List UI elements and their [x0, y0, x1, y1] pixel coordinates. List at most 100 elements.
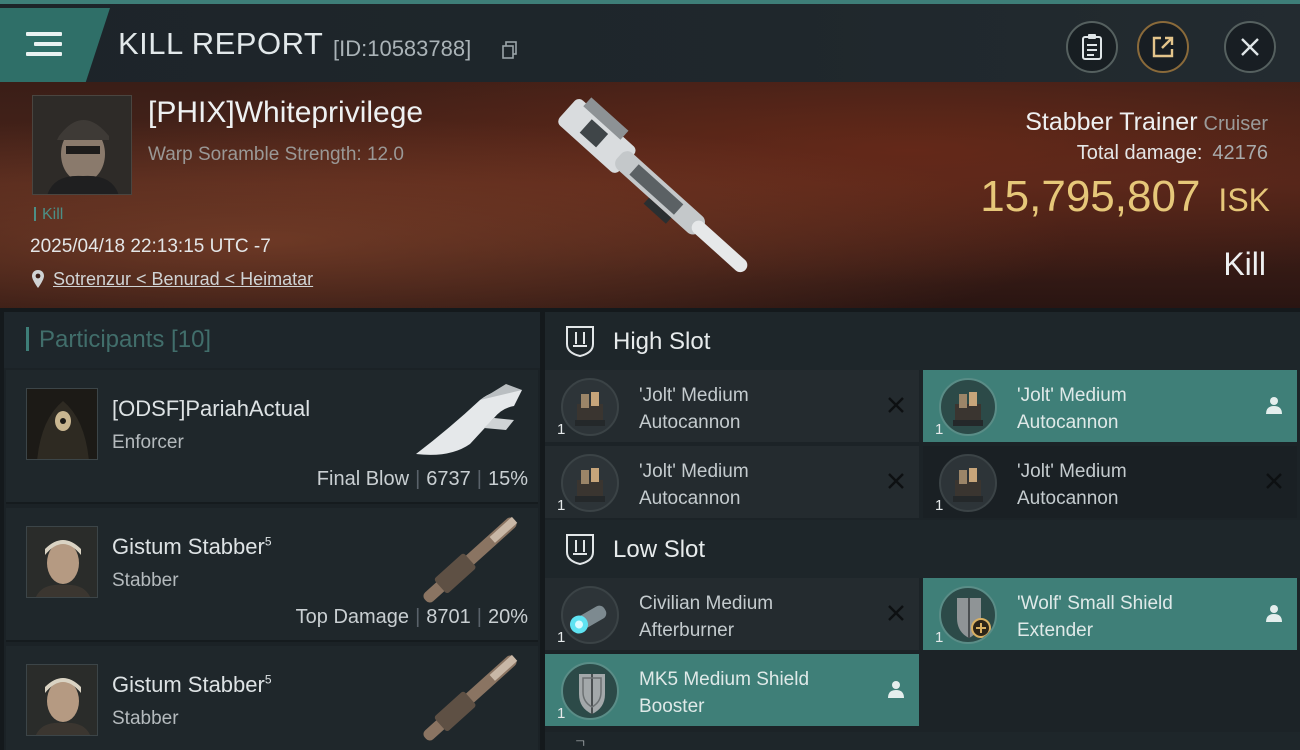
- module-quantity: 1: [935, 421, 944, 438]
- shield-extender-icon: [939, 586, 997, 644]
- module-name: 'Jolt' Medium Autocannon: [1017, 382, 1247, 436]
- total-damage-label: Total damage:: [1076, 142, 1203, 164]
- fitting-panel: High Slot 1 'Jolt' Medium Autocannon 1 'J…: [545, 312, 1300, 750]
- autocannon-icon: [939, 378, 997, 436]
- low-slot-label: Low Slot: [613, 536, 706, 563]
- menu-button[interactable]: [0, 8, 110, 82]
- close-icon: [1241, 38, 1259, 56]
- victim-avatar[interactable]: [32, 95, 132, 195]
- participant-percent: 15%: [487, 468, 528, 490]
- pilot-portrait-icon: [33, 96, 131, 194]
- clipboard-button[interactable]: [1066, 21, 1118, 73]
- slot-icon: [576, 740, 585, 746]
- module-name: MK5 Medium Shield Booster: [639, 666, 869, 720]
- participant-ship-image: [423, 654, 518, 741]
- participant-role: Final Blow: [316, 468, 410, 490]
- module-item[interactable]: 1 'Jolt' Medium Autocannon: [923, 370, 1297, 442]
- participant-name-text: [ODSF]PariahActual: [112, 396, 311, 421]
- stat-separator: |: [476, 468, 482, 490]
- victim-ship-name[interactable]: Stabber Trainer: [1025, 108, 1197, 136]
- share-button[interactable]: [1137, 21, 1189, 73]
- menu-icon-bar: [26, 52, 62, 56]
- next-slot-header: [545, 732, 1300, 750]
- pilot-portrait-icon: [27, 389, 97, 459]
- module-item[interactable]: 1 'Jolt' Medium Autocannon: [923, 446, 1297, 518]
- close-icon: [888, 605, 904, 621]
- shield-booster-icon: [561, 662, 619, 720]
- participant-level: 5: [264, 672, 272, 687]
- module-name-line: Afterburner: [639, 620, 735, 641]
- isk-unit: ISK: [1218, 182, 1270, 218]
- participant-card[interactable]: Gistum Stabber5 Stabber Top Damage | 8701 |…: [6, 508, 538, 642]
- participant-name: Gistum Stabber5: [112, 672, 272, 698]
- menu-icon: [26, 32, 62, 36]
- pilot-portrait-icon: [27, 527, 97, 597]
- participant-avatar: [26, 664, 98, 736]
- location-link[interactable]: Sotrenzur < Benurad < Heimatar: [53, 269, 313, 290]
- close-icon: [888, 397, 904, 413]
- kill-tag: Kill: [34, 206, 63, 224]
- module-name: Civilian Medium Afterburner: [639, 590, 869, 644]
- participant-ship: Enforcer: [112, 432, 184, 453]
- participant-card[interactable]: [ODSF]PariahActual Enforcer Final Blow | 6…: [6, 370, 538, 504]
- module-quantity: 1: [557, 705, 566, 722]
- share-icon: [1152, 36, 1174, 58]
- module-quantity: 1: [557, 421, 566, 438]
- participant-damage: 6737: [426, 468, 471, 490]
- participant-stats: Top Damage | 8701 | 20%: [296, 606, 528, 629]
- module-name-line: Autocannon: [639, 488, 741, 509]
- kill-datetime: 2025/04/18 22:13:15 UTC -7: [30, 236, 271, 257]
- module-name-line: 'Jolt' Medium: [639, 461, 749, 482]
- kill-banner: [PHIX]Whiteprivilege Warp Soramble Stren…: [0, 82, 1300, 308]
- module-item[interactable]: 1 Civilian Medium Afterburner: [545, 578, 919, 650]
- module-item[interactable]: 1 'Wolf' Small Shield Extender: [923, 578, 1297, 650]
- module-name: 'Wolf' Small Shield Extender: [1017, 590, 1247, 644]
- stat-separator: |: [415, 606, 421, 628]
- module-quantity: 1: [557, 629, 566, 646]
- participant-ship: Stabber: [112, 708, 179, 729]
- copy-icon[interactable]: [502, 41, 518, 59]
- module-quantity: 1: [557, 497, 566, 514]
- module-name-line: Civilian Medium: [639, 593, 774, 614]
- victim-ship-line: Stabber Trainer Cruiser: [1025, 108, 1268, 137]
- participant-ship: Stabber: [112, 570, 179, 591]
- person-icon: [1266, 605, 1282, 622]
- high-slot-label: High Slot: [613, 328, 711, 355]
- module-item[interactable]: 1 'Jolt' Medium Autocannon: [545, 446, 919, 518]
- person-icon: [1266, 397, 1282, 414]
- low-slot-header: Low Slot: [545, 520, 1300, 578]
- person-icon: [888, 681, 904, 698]
- module-item[interactable]: 1 MK5 Medium Shield Booster: [545, 654, 919, 726]
- module-name-line: 'Jolt' Medium: [639, 385, 749, 406]
- participant-name-text: Gistum Stabber: [112, 534, 265, 559]
- participant-name: [ODSF]PariahActual: [112, 396, 310, 422]
- close-button[interactable]: [1224, 21, 1276, 73]
- total-damage-value: 42176: [1212, 142, 1268, 164]
- isk-value: 15,795,807 ISK: [980, 172, 1270, 222]
- module-item[interactable]: 1 'Jolt' Medium Autocannon: [545, 370, 919, 442]
- autocannon-icon: [939, 454, 997, 512]
- participant-stats: Final Blow | 6737 | 15%: [317, 468, 528, 491]
- victim-ship-image[interactable]: [535, 84, 775, 299]
- autocannon-icon: [561, 378, 619, 436]
- module-name: 'Jolt' Medium Autocannon: [1017, 458, 1247, 512]
- participant-name: Gistum Stabber5: [112, 534, 272, 560]
- stat-separator: |: [476, 606, 482, 628]
- location-pin-icon: [32, 270, 44, 288]
- participant-role: Top Damage: [295, 606, 410, 628]
- module-quantity: 1: [935, 629, 944, 646]
- total-damage: Total damage: 42176: [1077, 142, 1268, 165]
- victim-name[interactable]: [PHIX]Whiteprivilege: [148, 96, 423, 130]
- module-name-line: Autocannon: [1017, 488, 1119, 509]
- participant-card[interactable]: Gistum Stabber5 Stabber: [6, 646, 538, 750]
- victim-ship-class: Cruiser: [1203, 113, 1268, 135]
- module-name: 'Jolt' Medium Autocannon: [639, 382, 869, 436]
- high-slot-icon: [566, 326, 594, 358]
- participant-percent: 20%: [487, 606, 528, 628]
- module-name-line: 'Jolt' Medium: [1017, 461, 1127, 482]
- participant-level: 5: [264, 534, 272, 549]
- low-slot-icon: [566, 534, 594, 566]
- participant-ship-image: [423, 516, 518, 603]
- module-name-line: MK5 Medium Shield: [639, 669, 810, 690]
- module-name-line: Autocannon: [1017, 412, 1119, 433]
